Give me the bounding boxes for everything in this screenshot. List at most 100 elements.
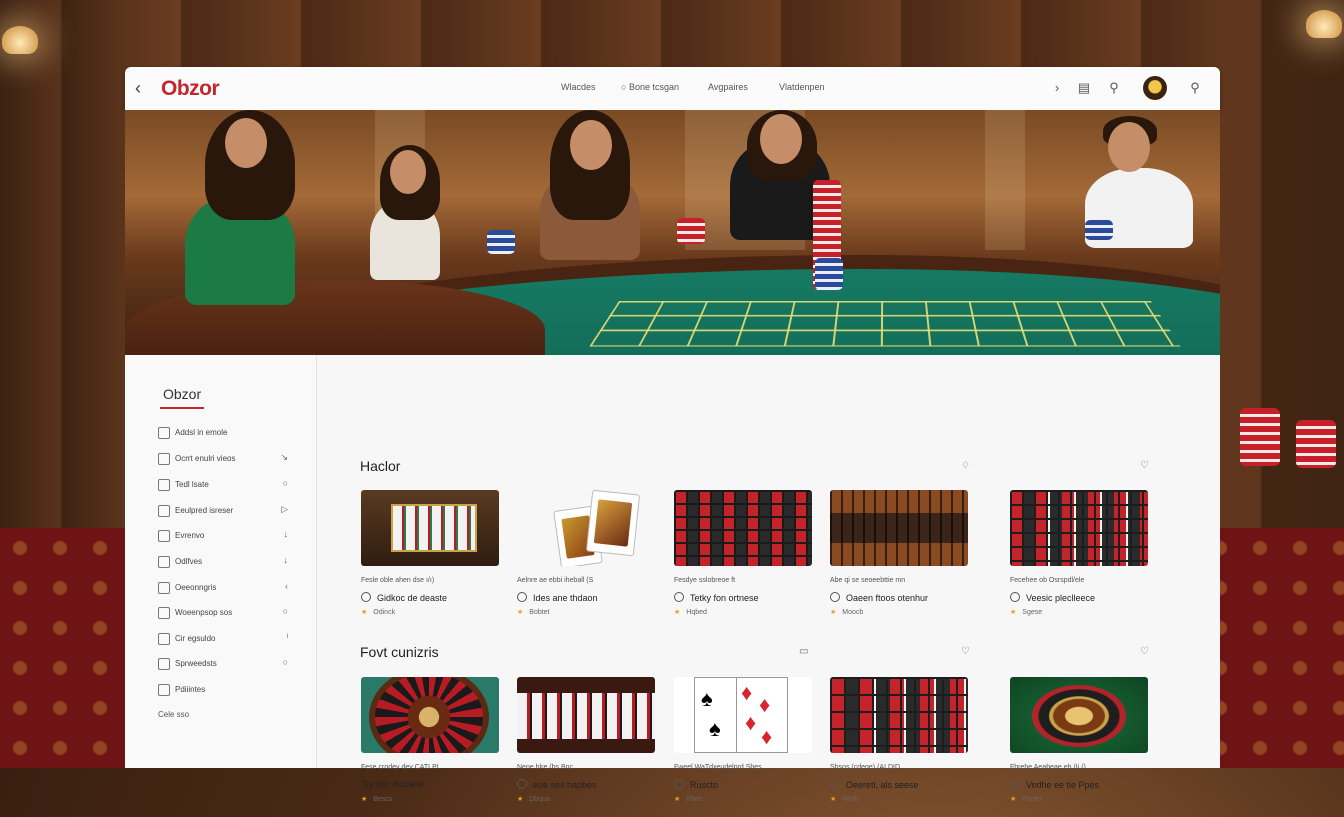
nav-link[interactable]: Avgpaires (708, 82, 748, 92)
betting-grid (589, 301, 1180, 346)
hero-image (125, 110, 1220, 355)
game-thumbnail[interactable] (517, 677, 655, 753)
game-icon (674, 592, 684, 602)
game-card[interactable]: Fese crodey dev CATLPI Try cec dvicaue ★… (361, 677, 501, 817)
game-card[interactable]: Fesdye sslobreoe ft Tetky fon ortnese ★ H… (674, 490, 814, 630)
search-icon[interactable]: ⚲ (1187, 80, 1203, 96)
game-icon (1010, 779, 1020, 789)
page-icon (158, 633, 170, 645)
game-card[interactable]: Fesle oble ahen dse ı/ı) Gidkoc de deast… (361, 490, 501, 630)
game-thumbnail[interactable] (830, 490, 968, 566)
chip-stack (487, 230, 515, 254)
game-icon (674, 779, 684, 789)
sidebar-item[interactable]: Oeeonngris ‹ (158, 580, 298, 596)
chip-stack-background (1296, 420, 1336, 468)
app-logo[interactable]: Obzor (161, 77, 219, 101)
game-thumbnail[interactable] (517, 490, 655, 566)
game-card[interactable]: Nene blre (bs Bnc eoe ses hapbes ★ Dbqua (517, 677, 657, 817)
game-title: Ruscto (690, 780, 718, 790)
game-card[interactable]: Aelnre ae ebbi iheball (S Ides ane thdao… (517, 490, 657, 630)
game-title: Ides ane thdaon (533, 593, 598, 603)
sidebar: Obzor Addsl in emole Ocrrt enulri vieos ↘… (125, 355, 317, 768)
page-icon (158, 453, 170, 465)
game-thumbnail[interactable] (361, 677, 499, 753)
sidebar-item[interactable]: Pdiiintes (158, 682, 298, 698)
nav-link[interactable]: Vlatdenpen (779, 82, 825, 92)
sidebar-item[interactable]: Tedl lsate ○ (158, 477, 298, 493)
list-icon[interactable]: ▤ (1076, 80, 1092, 96)
star-icon: ★ (674, 796, 680, 803)
sidebar-footer-link[interactable]: Cele sso (158, 710, 189, 719)
game-title: Veesic pleclleece (1026, 593, 1095, 603)
heart-icon[interactable]: ♡ (1140, 646, 1149, 657)
game-card[interactable]: Fecehee ob Osrspdl/ele Veesic pleclleece… (1010, 490, 1150, 630)
pin-icon[interactable]: ♢ (961, 460, 970, 471)
page-icon (158, 684, 170, 696)
sidebar-item[interactable]: Eeulpred isreser ▷ (158, 503, 298, 519)
chevron-right-icon[interactable]: › (1049, 80, 1065, 96)
sidebar-item[interactable]: Woeenpsop sos ○ (158, 605, 298, 621)
game-icon (830, 592, 840, 602)
game-icon (361, 592, 371, 602)
game-card[interactable]: Fbrehe Aeabeae eh (Ii () Vedhe ee tie Pp… (1010, 677, 1150, 817)
game-thumbnail[interactable] (361, 490, 499, 566)
window-icon[interactable]: ▭ (799, 646, 808, 657)
sidebar-item[interactable]: Evrenvo ↓ (158, 528, 298, 544)
sidebar-title: Obzor (163, 386, 201, 402)
game-title: Gidkoc de deaste (377, 593, 447, 603)
section-title: Fovt cunizris (360, 644, 439, 660)
chip-stack (1085, 220, 1113, 240)
content-area: Obzor Addsl in emole Ocrrt enulri vieos ↘… (125, 355, 1220, 768)
sidebar-item[interactable]: Addsl in emole (158, 425, 298, 441)
nav-link[interactable]: Wlacdes (561, 82, 596, 92)
nav-link[interactable]: ○ Bone tcsgan (621, 82, 679, 92)
sidebar-item[interactable]: Ocrrt enulri vieos ↘ (158, 451, 298, 467)
game-icon (517, 592, 527, 602)
game-title: Try cec dvicaue (361, 779, 424, 789)
star-icon: ★ (517, 609, 523, 616)
star-icon: ★ (1010, 609, 1016, 616)
top-bar: ‹ Obzor Wlacdes ○ Bone tcsgan Avgpaires … (125, 67, 1220, 110)
search-icon[interactable]: ⚲ (1106, 80, 1122, 96)
game-title: Vedhe ee tie Ppes (1026, 780, 1099, 790)
game-icon (517, 779, 527, 789)
game-card[interactable]: Abe qi se seoeebttie mn Oaeen ftoos oten… (830, 490, 970, 630)
game-title: Tetky fon ortnese (690, 593, 759, 603)
star-icon: ★ (361, 609, 367, 616)
shield-icon[interactable]: ♡ (961, 646, 970, 657)
game-thumbnail[interactable] (1010, 677, 1148, 753)
avatar[interactable] (1143, 76, 1167, 100)
game-thumbnail[interactable] (674, 490, 812, 566)
game-card[interactable]: ♠ ♠ ♦ ♦ ♦ ♦ Fweel WaTdxeudelprd Sbes Ruscto … (674, 677, 814, 817)
game-card[interactable]: Sbsos (cdeqe) (ALDID Oeeretl, als seese … (830, 677, 970, 817)
page-icon (158, 582, 170, 594)
heart-icon[interactable]: ♡ (1140, 460, 1149, 471)
star-icon: ★ (830, 609, 836, 616)
sidebar-item[interactable]: Odlfves ↓ (158, 554, 298, 570)
section-title: Haclor (360, 458, 400, 474)
page-icon (158, 505, 170, 517)
star-icon: ★ (1010, 796, 1016, 803)
star-icon: ★ (517, 796, 523, 803)
page-icon (158, 607, 170, 619)
game-title: eoe ses hapbes (533, 780, 597, 790)
game-thumbnail[interactable]: ♠ ♠ ♦ ♦ ♦ ♦ (674, 677, 812, 753)
page-icon (158, 427, 170, 439)
wall-lamp-left (2, 26, 38, 54)
sidebar-item[interactable]: Sprweedsts ○ (158, 656, 298, 672)
app-window: ‹ Obzor Wlacdes ○ Bone tcsgan Avgpaires … (125, 67, 1220, 768)
star-icon: ★ (361, 796, 367, 803)
chip-stack (677, 218, 705, 244)
chip-stack-background (1240, 408, 1280, 466)
back-arrow-icon[interactable]: ‹ (135, 79, 153, 97)
star-icon: ★ (830, 796, 836, 803)
page-icon (158, 658, 170, 670)
game-title: Oaeen ftoos otenhur (846, 593, 928, 603)
page-icon (158, 479, 170, 491)
sidebar-item[interactable]: Cir egsuldo ˡ (158, 631, 298, 647)
game-icon (830, 779, 840, 789)
game-thumbnail[interactable] (830, 677, 968, 753)
game-icon (1010, 592, 1020, 602)
game-thumbnail[interactable] (1010, 490, 1148, 566)
chip-stack (815, 258, 843, 290)
